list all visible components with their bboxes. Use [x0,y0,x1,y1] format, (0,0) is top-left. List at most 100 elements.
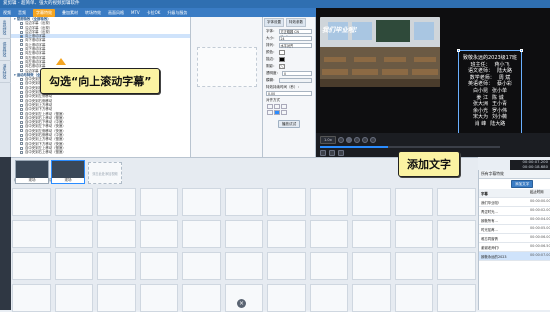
checkbox-icon[interactable] [20,142,23,146]
subtitle-row[interactable]: 我们毕业啦! 00:00:00.000 [479,198,550,207]
menu-item-4[interactable]: 转场特效 [85,10,101,16]
checkbox-icon[interactable] [20,112,23,116]
tree-item[interactable]: 自中央到右上移动（慢速） [11,150,190,154]
checkbox-icon[interactable] [20,150,23,154]
empty-slot[interactable] [394,252,434,280]
empty-slot[interactable] [54,284,94,312]
menu-item-2[interactable]: 字幕特效 [33,8,55,17]
checkbox-icon[interactable] [20,120,23,124]
menu-item-6[interactable]: MTV [131,10,140,15]
graduation-title[interactable]: 我们毕业啦! [322,24,357,34]
empty-slot[interactable] [352,188,391,216]
subtitle-row[interactable]: 致敬永远的2023 00:00:07.000 [479,252,550,261]
duration-input[interactable]: 0.00 [266,91,312,96]
checkbox-icon[interactable] [20,129,23,133]
checkbox-icon[interactable] [20,94,23,98]
subtitle-row[interactable]: 时光荏苒... 00:00:05.000 [479,225,550,234]
next-frame-icon[interactable] [353,137,360,143]
checkbox-icon[interactable] [20,69,23,73]
empty-slot[interactable] [309,284,349,312]
subtitle-row[interactable]: 致敬所有... 00:00:04.000 [479,216,550,225]
expand-icon[interactable]: ▾ [14,17,16,21]
empty-slot[interactable] [437,252,476,280]
empty-slot[interactable] [54,252,94,280]
empty-slot[interactable] [267,252,306,280]
expand-icon[interactable]: ▾ [14,73,16,77]
checkbox-icon[interactable] [20,21,23,25]
empty-slot[interactable] [54,220,94,248]
resize-handle[interactable] [520,49,523,52]
checkbox-icon[interactable] [20,30,23,34]
rail-tab-2[interactable]: 消失特效 [0,61,11,83]
checkbox-icon[interactable] [20,99,23,103]
checkbox-icon[interactable] [20,52,23,56]
rail-tab-0[interactable]: 出现特效 [0,17,11,39]
empty-slot[interactable] [182,188,221,216]
snapshot-icon[interactable] [320,150,326,156]
empty-slot[interactable] [97,252,136,280]
empty-slot[interactable] [352,220,391,248]
checkbox-icon[interactable] [20,43,23,47]
align-cell[interactable] [281,104,287,109]
empty-slot[interactable] [394,188,434,216]
empty-slot[interactable] [309,220,349,248]
checkbox-icon[interactable] [20,82,23,86]
rail-tab-1[interactable]: 停留特效 [0,39,11,61]
checkbox-icon[interactable] [20,56,23,60]
empty-slot[interactable] [12,188,51,216]
checkbox-icon[interactable] [20,125,23,129]
empty-slot[interactable] [437,188,476,216]
add-text-button[interactable]: 添加文字 [511,180,534,188]
checkbox-icon[interactable] [20,137,23,141]
empty-slot[interactable] [12,220,51,248]
checkbox-icon[interactable] [20,90,23,94]
empty-slot[interactable] [182,220,221,248]
empty-slot[interactable] [352,252,391,280]
checkbox-icon[interactable] [20,146,23,150]
empty-slot[interactable] [394,220,434,248]
checkbox-icon[interactable] [20,34,23,38]
checkbox-icon[interactable] [20,26,23,30]
shadow-swatch[interactable] [278,64,285,69]
menu-item-7[interactable]: 卡拉OK [147,10,161,16]
empty-slot[interactable] [12,252,51,280]
menu-item-1[interactable]: 音频 [18,10,26,16]
menu-item-8[interactable]: 升级与服务 [167,10,187,16]
empty-slot[interactable] [267,188,306,216]
empty-slot[interactable] [139,188,179,216]
empty-slot[interactable] [394,284,434,312]
align-cell[interactable] [267,110,273,115]
prev-frame-icon[interactable] [337,137,344,143]
play-icon[interactable] [345,137,352,143]
empty-slot[interactable] [97,284,136,312]
align-select[interactable]: 水平对齐 [278,43,312,48]
empty-slot[interactable] [309,252,349,280]
empty-slot[interactable] [437,284,476,312]
blur-slider[interactable] [278,78,312,83]
align-cell[interactable] [267,104,273,109]
empty-slot[interactable] [224,284,264,312]
opacity-input[interactable]: 0 [282,71,312,76]
subtitle-row[interactable]: 青涩时光... 00:00:02.000 [479,207,550,216]
checkbox-icon[interactable] [20,107,23,111]
color-swatch[interactable] [278,50,285,55]
checkbox-icon[interactable] [20,133,23,137]
menu-item-5[interactable]: 画面风格 [108,10,124,16]
checkbox-icon[interactable] [20,39,23,43]
resize-handle[interactable] [457,49,460,52]
empty-slot[interactable] [437,220,476,248]
menu-item-0[interactable]: 视频 [3,10,11,16]
align-cell[interactable] [274,110,280,115]
tab-font-settings[interactable]: 字体设置 [264,18,284,27]
speed-select[interactable]: 1.0x [320,136,336,144]
empty-slot[interactable] [267,220,306,248]
empty-slot[interactable] [139,220,179,248]
empty-slot[interactable] [267,284,306,312]
checkbox-icon[interactable] [20,77,23,81]
subtitle-row[interactable]: 谢谢老师们! 00:00:06.500 [479,243,550,252]
empty-slot[interactable] [139,252,179,280]
checkbox-icon[interactable] [20,86,23,90]
cut-icon[interactable] [338,150,344,156]
stroke-swatch[interactable] [278,57,285,62]
subtitle-row[interactable]: 难忘同窗情 00:00:06.000 [479,234,550,243]
